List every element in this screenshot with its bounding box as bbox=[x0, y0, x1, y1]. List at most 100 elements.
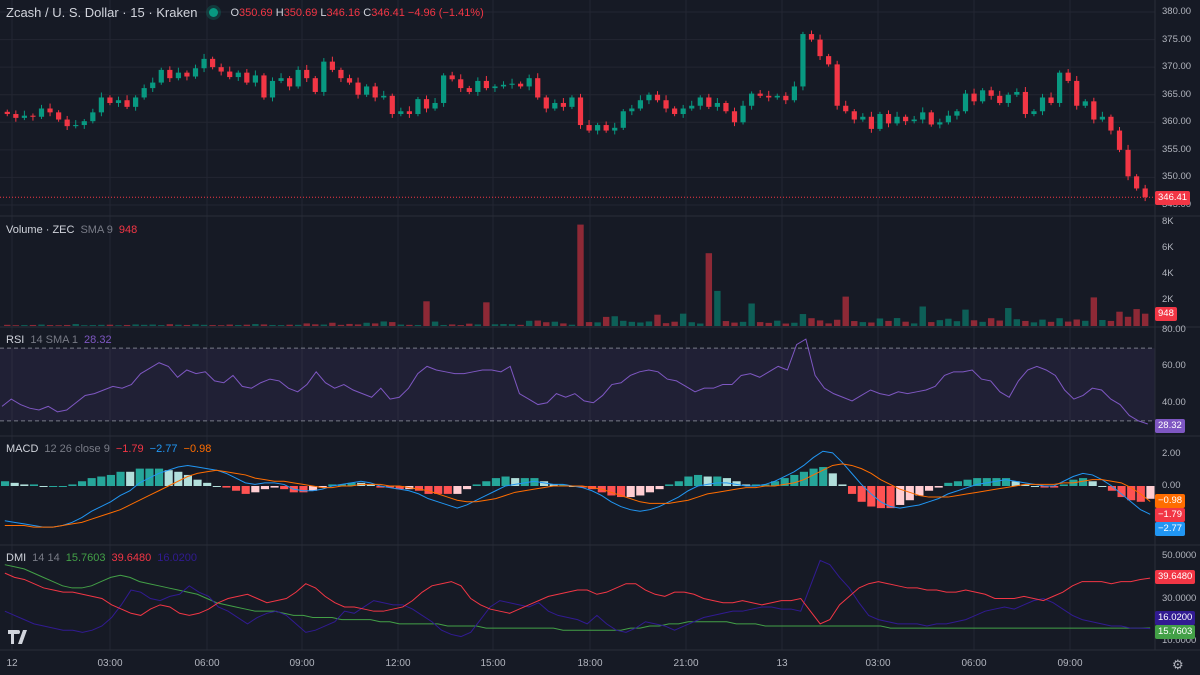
volume-bar bbox=[782, 323, 790, 326]
change-value: −4.96 (−1.41%) bbox=[407, 6, 484, 19]
volume-bar bbox=[1090, 297, 1098, 326]
candle-body bbox=[184, 72, 190, 77]
volume-bar bbox=[158, 325, 165, 326]
candle-body bbox=[312, 78, 318, 92]
rsi-value: 28.32 bbox=[84, 334, 112, 346]
time-tick-label: 21:00 bbox=[673, 658, 699, 669]
macd-histogram-bar bbox=[838, 484, 847, 486]
candle-body bbox=[535, 78, 541, 98]
candle-body bbox=[937, 122, 943, 125]
macd-legend[interactable]: MACD 12 26 close 9 −1.79 −2.77 −0.98 bbox=[6, 443, 211, 455]
volume-bar bbox=[371, 323, 379, 326]
candle-body bbox=[483, 80, 489, 89]
candle-body bbox=[1142, 188, 1148, 198]
candle-body bbox=[920, 112, 926, 120]
candle-body bbox=[654, 94, 661, 101]
market-status-icon[interactable] bbox=[209, 8, 219, 17]
candle-body bbox=[1125, 149, 1131, 177]
volume-bar bbox=[910, 323, 918, 326]
macd-histogram-bar bbox=[68, 484, 77, 486]
candle-body bbox=[141, 88, 147, 98]
candle-body bbox=[175, 72, 181, 79]
macd-histogram-bar bbox=[193, 479, 202, 486]
volume-value: 948 bbox=[118, 224, 138, 236]
volume-bar bbox=[397, 324, 405, 326]
volume-bar bbox=[440, 324, 447, 326]
volume-bar bbox=[1056, 318, 1063, 326]
volume-legend[interactable]: Volume · ZEC SMA 9 948 bbox=[6, 224, 137, 236]
macd-histogram-bar bbox=[174, 471, 183, 486]
candle-body bbox=[868, 116, 874, 129]
candle-body bbox=[278, 78, 284, 81]
candle-body bbox=[4, 111, 10, 115]
macd-histogram-bar bbox=[501, 476, 510, 486]
dmi-legend[interactable]: DMI 14 14 15.7603 39.6480 16.0200 bbox=[6, 552, 197, 564]
volume-pane[interactable] bbox=[4, 224, 1149, 326]
candle-body bbox=[1005, 94, 1011, 103]
candle-body bbox=[1039, 97, 1046, 112]
volume-bar bbox=[774, 320, 781, 326]
volume-bar bbox=[115, 325, 122, 326]
candle-body bbox=[945, 115, 951, 123]
volume-bar bbox=[414, 324, 422, 326]
dmi-pane[interactable] bbox=[4, 559, 1151, 638]
candle-body bbox=[706, 97, 712, 107]
candle-body bbox=[261, 75, 267, 98]
volume-bar bbox=[662, 323, 670, 326]
volume-bar bbox=[1099, 320, 1106, 326]
macd-histogram-bar bbox=[925, 486, 934, 491]
volume-bar bbox=[919, 306, 926, 326]
volume-bar bbox=[628, 321, 636, 326]
volume-bar bbox=[46, 325, 54, 326]
time-tick-label: 15:00 bbox=[480, 658, 506, 669]
macd-pane[interactable] bbox=[1, 450, 1155, 528]
volume-bar bbox=[714, 290, 721, 326]
rsi-pane[interactable] bbox=[0, 338, 1155, 425]
volume-bar bbox=[72, 324, 79, 326]
candle-body bbox=[689, 105, 695, 109]
volume-bar bbox=[902, 321, 909, 326]
macd-hist-value: −1.79 bbox=[115, 443, 144, 455]
candle-body bbox=[817, 39, 823, 57]
macd-histogram-bar bbox=[848, 486, 857, 494]
symbol-title[interactable]: Zcash / U. S. Dollar · 15 · Kraken bbox=[6, 5, 197, 20]
macd-histogram-bar bbox=[453, 486, 462, 494]
volume-bar bbox=[654, 314, 661, 326]
volume-bar bbox=[123, 324, 131, 326]
volume-bar bbox=[329, 322, 336, 326]
volume-bar bbox=[611, 316, 618, 326]
candle-body bbox=[458, 79, 464, 89]
candle-body bbox=[56, 112, 62, 120]
volume-bar bbox=[132, 324, 139, 326]
volume-bar bbox=[431, 321, 439, 326]
volume-bar bbox=[252, 324, 259, 326]
candle-body bbox=[757, 93, 763, 96]
chart-canvas[interactable] bbox=[0, 0, 1200, 675]
volume-bar bbox=[1107, 320, 1115, 326]
volume-bar bbox=[637, 322, 644, 326]
macd-histogram-bar bbox=[626, 486, 635, 498]
candle-body bbox=[1082, 101, 1088, 106]
price-pane[interactable] bbox=[0, 30, 1155, 202]
candle-body bbox=[38, 108, 45, 117]
candle-body bbox=[269, 80, 276, 98]
volume-bar bbox=[987, 318, 995, 326]
candle-body bbox=[723, 102, 729, 112]
volume-bar bbox=[996, 320, 1003, 326]
candle-body bbox=[680, 108, 686, 115]
candle-body bbox=[1099, 116, 1105, 120]
candle-body bbox=[971, 93, 977, 102]
settings-gear-icon[interactable]: ⚙ bbox=[1172, 657, 1184, 673]
volume-bar bbox=[833, 319, 841, 326]
macd-signal-value: −0.98 bbox=[183, 443, 212, 455]
volume-bar bbox=[1047, 321, 1055, 326]
volume-bar bbox=[594, 322, 601, 326]
macd-histogram-bar bbox=[164, 470, 173, 486]
candle-body bbox=[826, 56, 832, 65]
rsi-legend[interactable]: RSI 14 SMA 1 28.32 bbox=[6, 334, 112, 346]
volume-badge: 948 bbox=[1155, 307, 1177, 321]
tradingview-logo[interactable] bbox=[8, 630, 30, 648]
macd-histogram-bar bbox=[713, 476, 722, 486]
symbol-legend[interactable]: Zcash / U. S. Dollar · 15 · Kraken O350.… bbox=[6, 5, 484, 20]
time-tick-label: 06:00 bbox=[961, 658, 987, 669]
